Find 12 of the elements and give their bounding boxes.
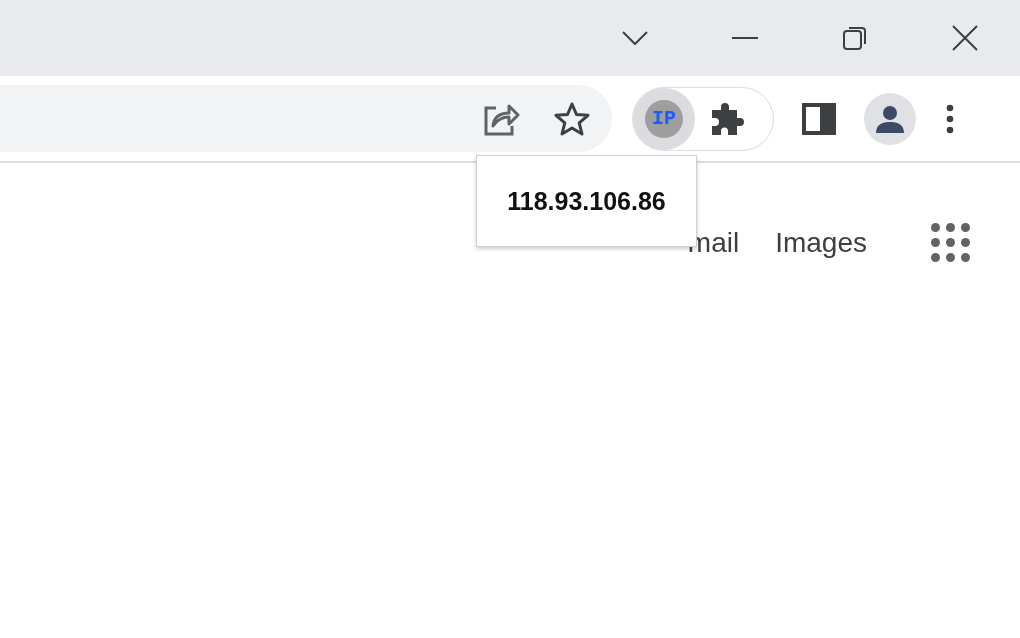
restore-icon[interactable] [843,26,867,50]
star-icon[interactable] [554,101,590,136]
menu-icon[interactable] [946,103,954,134]
side-panel-icon[interactable] [802,102,836,135]
tooltip: 118.93.106.86 [476,155,697,247]
chevron-down-icon[interactable] [622,31,648,45]
close-icon[interactable] [952,25,978,51]
profile-avatar[interactable] [864,92,916,145]
apps-grid-icon[interactable] [931,223,970,262]
minimize-icon[interactable] [732,36,758,40]
puzzle-icon[interactable] [709,100,745,137]
header-link[interactable]: Images [775,226,867,259]
